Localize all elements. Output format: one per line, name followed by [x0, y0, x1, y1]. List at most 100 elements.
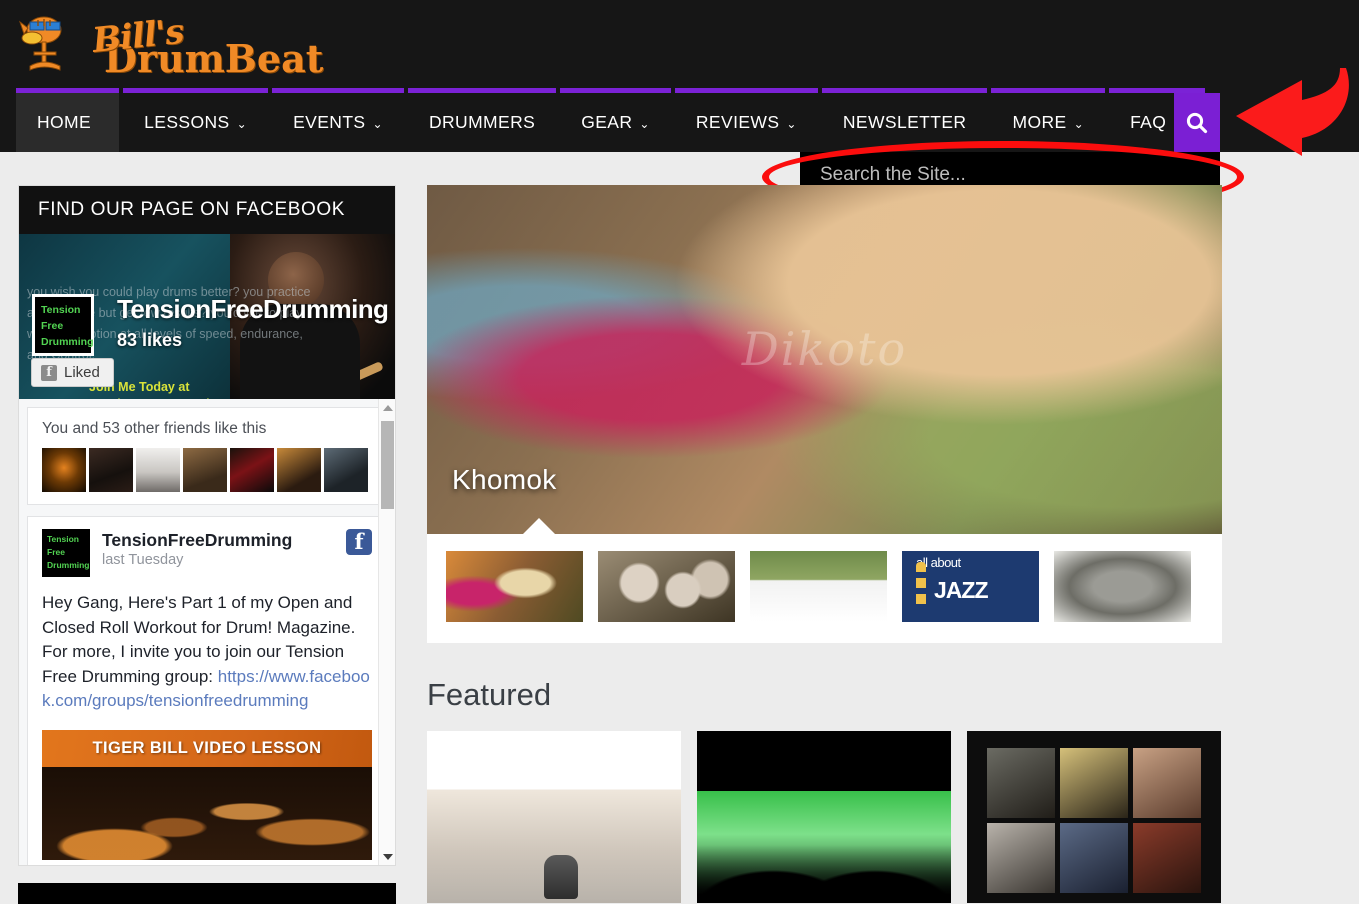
- featured-section-title: Featured: [427, 677, 552, 712]
- page-root: Bill's DrumBeat HOME LESSONS ⌄ EVENTS ⌄ …: [0, 0, 1359, 904]
- site-logo[interactable]: Bill's DrumBeat: [18, 4, 323, 82]
- thumbnail-hand-drums[interactable]: [598, 551, 735, 622]
- facebook-cover-photo: you wish you could play drums better? yo…: [19, 234, 395, 399]
- main-navigation: HOME LESSONS ⌄ EVENTS ⌄ DRUMMERS GEAR ⌄: [16, 88, 1205, 152]
- annotation-arrow-icon: [1228, 60, 1358, 165]
- featured-card-green-concert[interactable]: [697, 731, 951, 903]
- avatar[interactable]: [324, 448, 368, 492]
- thumbnail-khomok-hands[interactable]: [446, 551, 583, 622]
- site-header: Bill's DrumBeat HOME LESSONS ⌄ EVENTS ⌄ …: [0, 0, 1359, 156]
- hero-watermark: Dikoto: [741, 322, 908, 377]
- scroll-down-arrow-icon[interactable]: [379, 848, 395, 865]
- thumbnail-all-about-jazz[interactable]: all about JAZZ: [902, 551, 1039, 622]
- liked-label: Liked: [64, 364, 100, 381]
- facebook-page-likes: 83 likes: [117, 330, 183, 350]
- collage-cell: [987, 822, 1056, 893]
- post-meta: TensionFreeDrumming last Tuesday: [102, 529, 334, 568]
- nav-label: DRUMMERS: [428, 112, 536, 132]
- badge-line-2: Free: [41, 320, 64, 332]
- nav-item-lessons[interactable]: LESSONS ⌄: [123, 88, 269, 152]
- hero-caption: Khomok: [452, 464, 557, 495]
- thumbnail-label: JAZZ: [934, 577, 988, 603]
- nav-item-gear[interactable]: GEAR ⌄: [560, 88, 671, 152]
- nav-item-drummers[interactable]: DRUMMERS: [407, 88, 557, 152]
- nav-item-events[interactable]: EVENTS ⌄: [272, 88, 404, 152]
- nav-label: LESSONS: [144, 112, 230, 132]
- chevron-down-icon: ⌄: [236, 116, 248, 131]
- avatar[interactable]: [230, 448, 274, 492]
- nav-item-home[interactable]: HOME: [16, 88, 120, 152]
- attachment-title: TIGER BILL VIDEO LESSON: [42, 729, 372, 767]
- facebook-f-icon: f: [41, 364, 57, 381]
- hero-pointer-icon: [522, 518, 556, 534]
- thumbnail-drummer-legs[interactable]: [750, 551, 887, 622]
- collage-cell: [987, 748, 1056, 818]
- chevron-down-icon: ⌄: [372, 116, 383, 131]
- nav-label: REVIEWS: [695, 112, 780, 132]
- facebook-widget-title: FIND OUR PAGE ON FACEBOOK: [19, 186, 395, 234]
- avatar[interactable]: [277, 448, 321, 492]
- sidebar: FIND OUR PAGE ON FACEBOOK you wish you c…: [18, 185, 396, 866]
- main-content: Dikoto Khomok all about JAZZ Featured: [427, 185, 1222, 903]
- hero-slider: Dikoto Khomok all about JAZZ: [427, 185, 1222, 643]
- avatar[interactable]: [89, 448, 133, 492]
- cover-brand-badge: Tension Free Drumming: [32, 294, 94, 356]
- post-badge-line-1: Tension: [47, 534, 79, 544]
- facebook-page-name: TensionFreeDrumming: [117, 294, 389, 324]
- search-input[interactable]: [800, 164, 1220, 186]
- search-toggle-button[interactable]: [1174, 93, 1220, 153]
- nav-label: MORE: [1012, 112, 1067, 132]
- post-timestamp: last Tuesday: [102, 552, 184, 568]
- facebook-icon: f: [346, 529, 372, 555]
- facebook-feed-scrollbar[interactable]: [378, 399, 395, 865]
- collage-cell: [1132, 822, 1201, 893]
- search-icon: [1186, 112, 1208, 134]
- facebook-page-widget: FIND OUR PAGE ON FACEBOOK you wish you c…: [18, 185, 396, 866]
- collage-grid: [987, 748, 1201, 893]
- nav-label: EVENTS: [293, 112, 366, 132]
- post-attachment-thumbnail[interactable]: TIGER BILL VIDEO LESSON: [42, 729, 372, 860]
- hero-image[interactable]: Dikoto Khomok: [427, 185, 1222, 534]
- post-author-name[interactable]: TensionFreeDrumming: [102, 529, 334, 551]
- avatar[interactable]: [183, 448, 227, 492]
- collage-cell: [1060, 748, 1128, 818]
- logo-text: Bill's DrumBeat: [82, 12, 324, 78]
- post-badge-line-2: Free: [47, 547, 65, 557]
- avatar[interactable]: [42, 448, 86, 492]
- facebook-feed-scroll-area: You and 53 other friends like this Tensi…: [19, 399, 395, 865]
- featured-cards: [427, 731, 1222, 903]
- featured-card-drummer-collage[interactable]: [967, 731, 1221, 903]
- collage-cell: [1060, 822, 1128, 893]
- avatar[interactable]: [136, 448, 180, 492]
- badge-line-3: Drumming: [41, 336, 94, 348]
- nav-item-more[interactable]: MORE ⌄: [991, 88, 1106, 152]
- nav-label: HOME: [37, 112, 92, 132]
- facebook-liked-button[interactable]: f Liked: [31, 358, 114, 387]
- post-avatar[interactable]: Tension Free Drumming: [42, 529, 90, 577]
- post-body: Hey Gang, Here's Part 1 of my Open and C…: [42, 591, 372, 714]
- chevron-down-icon: ⌄: [639, 116, 650, 131]
- post-badge-line-3: Drumming: [47, 560, 90, 570]
- tiger-mascot-icon: [18, 8, 80, 78]
- badge-line-1: Tension: [41, 304, 81, 316]
- chevron-down-icon: ⌄: [1073, 116, 1085, 131]
- scrollbar-thumb[interactable]: [381, 421, 394, 509]
- nav-item-reviews[interactable]: REVIEWS ⌄: [674, 88, 818, 152]
- facebook-post-card: Tension Free Drumming TensionFreeDrummin…: [27, 516, 387, 865]
- collage-cell: [1132, 748, 1201, 818]
- thumbnail-metal-clapper[interactable]: [1054, 551, 1191, 622]
- post-header: Tension Free Drumming TensionFreeDrummin…: [42, 529, 372, 577]
- featured-card-child-drumming[interactable]: [427, 731, 681, 903]
- thumbnail-label-top: all about: [916, 555, 961, 570]
- nav-item-newsletter[interactable]: NEWSLETTER: [821, 88, 988, 152]
- facebook-friends-card: You and 53 other friends like this: [27, 407, 387, 505]
- friends-like-text: You and 53 other friends like this: [42, 420, 267, 437]
- scroll-up-arrow-icon[interactable]: [379, 399, 395, 416]
- hero-thumbnail-strip: all about JAZZ: [427, 534, 1222, 643]
- nav-label: FAQ: [1130, 112, 1167, 132]
- sidebar-bottom-banner: [18, 883, 396, 904]
- drumstick-icon: [275, 361, 384, 399]
- friend-avatar-row: [42, 448, 372, 492]
- chevron-down-icon: ⌄: [786, 116, 797, 131]
- nav-label: NEWSLETTER: [842, 112, 967, 132]
